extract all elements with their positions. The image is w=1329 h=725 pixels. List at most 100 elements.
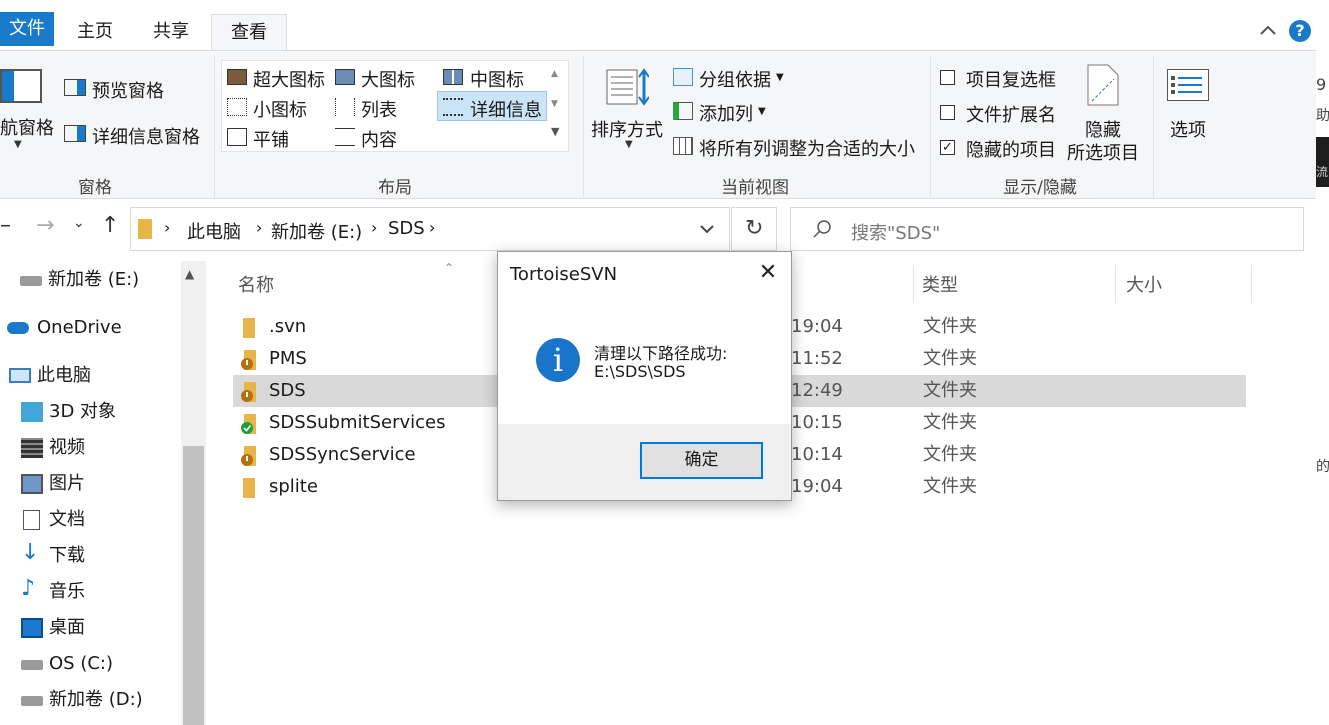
- hidden-items-checkbox[interactable]: ✓: [940, 140, 955, 155]
- help-icon[interactable]: ?: [1289, 20, 1311, 42]
- preview-pane-button[interactable]: 预览窗格: [92, 77, 164, 103]
- file-type: 文件夹: [923, 316, 977, 337]
- nav-item-label: 桌面: [49, 617, 85, 638]
- crumb-sds[interactable]: SDS: [388, 218, 425, 239]
- ok-button[interactable]: 确定: [640, 442, 763, 479]
- collapse-ribbon-icon[interactable]: [1258, 20, 1278, 40]
- crumb-separator-icon[interactable]: ›: [164, 218, 170, 237]
- back-icon[interactable]: –: [0, 213, 11, 238]
- file-extensions-label: 文件扩展名: [966, 105, 1056, 126]
- gallery-up-icon[interactable]: ▲: [551, 69, 558, 79]
- search-box[interactable]: 搜索"SDS": [790, 207, 1304, 251]
- hide-selected-line2[interactable]: 所选项目: [1067, 139, 1139, 165]
- nav-item-label: OS (C:): [49, 653, 113, 674]
- layout-medium-icons[interactable]: 中图标: [470, 66, 524, 92]
- group-divider: [1153, 57, 1154, 197]
- file-type: 文件夹: [923, 380, 977, 401]
- address-history-icon[interactable]: [698, 220, 716, 242]
- nav-item-drive-c[interactable]: OS (C:): [0, 646, 180, 682]
- group-by-button[interactable]: 分组依据: [699, 66, 771, 92]
- nav-item-label: 音乐: [49, 581, 85, 602]
- medium-icons-icon: [443, 69, 463, 85]
- gallery-down-icon[interactable]: ▼: [551, 99, 558, 109]
- crumb-drive-e[interactable]: 新加卷 (E:): [271, 218, 362, 244]
- details-icon: [443, 98, 463, 116]
- file-extensions-checkbox[interactable]: [940, 105, 955, 120]
- tab-file[interactable]: 文件: [0, 12, 54, 46]
- up-icon[interactable]: ↑: [101, 213, 119, 238]
- crumb-separator-icon[interactable]: ›: [256, 218, 262, 237]
- tab-view[interactable]: 查看: [211, 14, 287, 50]
- column-header-size[interactable]: 大小: [1126, 271, 1162, 297]
- group-divider: [583, 57, 584, 197]
- crumb-separator-icon[interactable]: ›: [371, 218, 377, 237]
- crumb-this-pc[interactable]: 此电脑: [187, 218, 241, 244]
- layout-content[interactable]: 内容: [361, 126, 397, 152]
- close-icon[interactable]: ✕: [753, 258, 783, 288]
- layout-large-icons[interactable]: 大图标: [361, 66, 415, 92]
- scroll-up-icon[interactable]: ▲: [185, 267, 194, 281]
- current-view-group-label: 当前视图: [721, 178, 789, 198]
- nav-item-videos[interactable]: 视频: [0, 430, 180, 466]
- layout-tiles[interactable]: 平铺: [253, 126, 289, 152]
- column-header-type[interactable]: 类型: [922, 271, 958, 297]
- layout-extra-large-icons[interactable]: 超大图标: [253, 66, 325, 92]
- file-name: SDSSyncService: [269, 444, 416, 465]
- nav-item-downloads[interactable]: ↓ 下载: [0, 538, 180, 574]
- add-columns-button[interactable]: 添加列: [699, 100, 753, 126]
- tiles-icon: [227, 128, 247, 146]
- column-header-name[interactable]: 名称: [238, 271, 274, 297]
- background-window-edge: 9 助 流 的: [1316, 0, 1329, 725]
- large-icons-icon: [335, 69, 355, 85]
- nav-item-onedrive[interactable]: OneDrive: [0, 310, 180, 346]
- layout-details[interactable]: 详细信息: [470, 96, 542, 122]
- gallery-expand-icon[interactable]: ▼: [551, 125, 559, 138]
- layout-group-label: 布局: [378, 178, 412, 198]
- download-arrow-icon: ↓: [21, 540, 40, 565]
- file-modified-time: 10:15: [791, 412, 843, 433]
- nav-item-drive-d[interactable]: 新加卷 (D:): [0, 682, 180, 718]
- nav-item-documents[interactable]: 文档: [0, 502, 180, 538]
- file-name: SDSSubmitServices: [269, 412, 446, 433]
- ribbon-view: 航窗格 ▼ 预览窗格 详细信息窗格 窗格 超大图标 大图标 中图标 小图标 列表…: [0, 50, 1316, 199]
- file-name: PMS: [269, 348, 307, 369]
- file-type: 文件夹: [923, 412, 977, 433]
- nav-scrollbar-thumb[interactable]: [183, 446, 204, 725]
- layout-list[interactable]: 列表: [361, 96, 397, 122]
- column-divider[interactable]: [1115, 265, 1116, 303]
- nav-item-pictures[interactable]: 图片: [0, 466, 180, 502]
- nav-item-label: 新加卷 (E:): [48, 269, 140, 290]
- item-check-boxes-checkbox[interactable]: [940, 70, 955, 85]
- file-modified-time: 10:14: [791, 444, 843, 465]
- size-all-columns-button[interactable]: 将所有列调整为合适的大小: [699, 135, 915, 161]
- recent-locations-icon[interactable]: ⌄: [73, 215, 85, 231]
- navigation-pane-button[interactable]: 航窗格: [0, 114, 54, 140]
- explorer-window: 文件 主页 共享 查看 ? 航窗格 ▼ 预览窗格 详细信息窗格 窗格 超大图标 …: [0, 0, 1329, 725]
- nav-item-3d-objects[interactable]: 3D 对象: [0, 394, 180, 430]
- forward-icon[interactable]: →: [36, 213, 54, 238]
- options-button[interactable]: 选项: [1170, 116, 1206, 142]
- music-note-icon: ♪: [21, 576, 36, 601]
- cube-icon: [21, 402, 43, 422]
- sort-by-icon: [605, 67, 650, 107]
- refresh-button[interactable]: ↻: [731, 207, 777, 251]
- nav-item-music[interactable]: ♪ 音乐: [0, 574, 180, 610]
- dropdown-arrow-icon: ▼: [625, 139, 633, 150]
- nav-item-this-pc[interactable]: 此电脑: [0, 358, 180, 394]
- tab-share[interactable]: 共享: [140, 14, 202, 50]
- edge-text: 的: [1316, 459, 1329, 475]
- edge-text: 9: [1316, 75, 1327, 94]
- crumb-separator-icon[interactable]: ›: [429, 218, 435, 237]
- nav-item-drive-e[interactable]: 新加卷 (E:): [0, 262, 180, 298]
- layout-small-icons[interactable]: 小图标: [253, 96, 307, 122]
- nav-item-desktop[interactable]: 桌面: [0, 610, 180, 646]
- details-pane-button[interactable]: 详细信息窗格: [92, 123, 200, 149]
- search-icon: [811, 218, 833, 244]
- column-divider[interactable]: [1251, 265, 1252, 303]
- picture-icon: [21, 474, 43, 494]
- tab-home[interactable]: 主页: [64, 14, 126, 50]
- nav-item-label: 3D 对象: [49, 401, 117, 422]
- folder-icon: [241, 477, 257, 509]
- address-bar[interactable]: › 此电脑 › 新加卷 (E:) › SDS ›: [130, 207, 730, 251]
- column-divider[interactable]: [913, 265, 914, 303]
